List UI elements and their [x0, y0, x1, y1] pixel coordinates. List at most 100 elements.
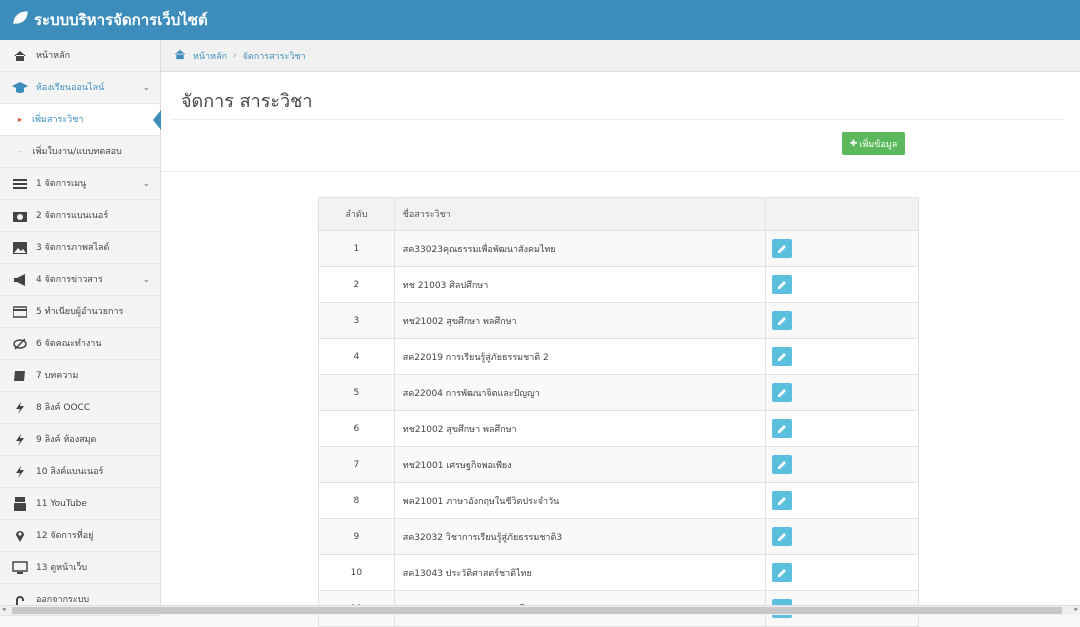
page-title: จัดการ สาระวิชา [181, 91, 313, 112]
sidebar-item-label: 7 บทความ [36, 370, 79, 381]
app-title: ระบบบริหารจัดการเว็บไซต์ [34, 11, 208, 29]
sidebar-item-label: 13 ดูหน้าเว็บ [36, 562, 88, 573]
actions-cell [765, 266, 919, 303]
sidebar-item-link-oocc[interactable]: 8 ลิงค์ OOCC [0, 392, 160, 424]
row-number: 3 [318, 302, 395, 339]
scroll-right-arrow-icon[interactable]: ▸ [1074, 605, 1078, 613]
pencil-icon [778, 280, 787, 289]
brand[interactable]: ระบบบริหารจัดการเว็บไซต์ [12, 0, 208, 40]
youtube-icon [12, 496, 28, 512]
column-header-actions [765, 197, 919, 231]
actions-cell [765, 518, 919, 555]
sidebar-item-directors[interactable]: 5 ทำเนียบผู้อำนวยการ [0, 296, 160, 328]
sidebar-item-menu[interactable]: 1 จัดการเมนู ⌄ [0, 168, 160, 200]
subject-name: พค21001 ภาษาอังกฤษในชีวิตประจำวัน [393, 482, 767, 519]
sidebar-item-label: 9 ลิงค์ ห้องสมุด [36, 434, 97, 445]
table-row: 7 ทช21001 เศรษฐกิจพอเพียง [318, 446, 919, 483]
sidebar-item-label: เพิ่มใบงาน/แบบทดสอบ [32, 146, 122, 157]
edit-button[interactable] [772, 563, 793, 582]
edit-button[interactable] [772, 347, 793, 366]
add-button-label: เพิ่มข้อมูล [859, 139, 898, 150]
add-data-button[interactable]: ✚ เพิ่มข้อมูล [842, 132, 905, 155]
sidebar-item-online-classroom[interactable]: ห้องเรียนออนไลน์ ⌄ [0, 72, 160, 104]
actions-cell [765, 410, 919, 447]
list-icon [12, 176, 28, 192]
sidebar-item-banner[interactable]: 2 จัดการแบนเนอร์ [0, 200, 160, 232]
breadcrumb-current: จัดการสาระวิชา [242, 51, 306, 62]
pencil-icon [778, 388, 787, 397]
sidebar-item-label: หน้าหลัก [36, 50, 71, 61]
breadcrumb-home-link[interactable]: หน้าหลัก [193, 49, 227, 63]
sidebar-item-articles[interactable]: 7 บทความ [0, 360, 160, 392]
edit-button[interactable] [772, 275, 793, 294]
sidebar-item-label: ห้องเรียนออนไลน์ [36, 82, 105, 93]
sidebar-item-add-worksheet[interactable]: – เพิ่มใบงาน/แบบทดสอบ [0, 136, 160, 168]
graduation-cap-icon [12, 80, 28, 96]
edit-button[interactable] [772, 491, 793, 510]
plus-icon: ✚ [849, 138, 858, 149]
book-icon [12, 368, 28, 384]
sidebar-item-link-banner[interactable]: 10 ลิงค์แบนเนอร์ [0, 456, 160, 488]
edit-button[interactable] [772, 239, 793, 258]
home-icon [173, 49, 187, 63]
table-row: 5 สค22004 การพัฒนาจิตและปัญญา [318, 374, 919, 411]
row-number: 2 [318, 266, 395, 303]
edit-button[interactable] [772, 455, 793, 474]
chevron-down-icon: ⌄ [142, 179, 150, 189]
scrollbar-thumb[interactable] [12, 607, 1062, 614]
table-row: 3 ทช21002 สุขศึกษา พลศึกษา [318, 302, 919, 339]
map-marker-icon [12, 528, 28, 544]
pencil-icon [778, 532, 787, 541]
monitor-icon [12, 560, 28, 576]
edit-button[interactable] [772, 311, 793, 330]
pencil-icon [778, 460, 787, 469]
row-number: 8 [318, 482, 395, 519]
top-navbar: ระบบบริหารจัดการเว็บไซต์ [0, 0, 1080, 40]
edit-button[interactable] [772, 527, 793, 546]
scroll-left-arrow-icon[interactable]: ◂ [2, 605, 6, 613]
subject-name: ทช21002 สุขศึกษา พลศึกษา [393, 410, 767, 447]
picture-icon [12, 240, 28, 256]
sidebar-item-label: 5 ทำเนียบผู้อำนวยการ [36, 306, 124, 317]
divider [161, 171, 1080, 172]
sidebar-item-add-subject[interactable]: ▸ เพิ่มสาระวิชา [0, 104, 161, 136]
pencil-icon [778, 316, 787, 325]
sidebar-item-youtube[interactable]: 11 YouTube [0, 488, 160, 520]
subject-name: ทช 21003 ศิลปศึกษา [393, 266, 767, 303]
sidebar-item-address[interactable]: 12 จัดการที่อยู่ [0, 520, 160, 552]
chevron-down-icon: ⌄ [142, 83, 150, 93]
edit-button[interactable] [772, 383, 793, 402]
table-row: 1 สค33023คุณธรรมเพื่อพัฒนาสังคมไทย [318, 230, 919, 267]
sidebar-item-slides[interactable]: 3 จัดการภาพสไลด์ [0, 232, 160, 264]
sidebar-item-team[interactable]: 6 จัดคณะทำงาน [0, 328, 160, 360]
breadcrumb: หน้าหลัก › จัดการสาระวิชา [161, 40, 1080, 72]
sidebar-item-label: 3 จัดการภาพสไลด์ [36, 242, 110, 253]
sidebar-item-link-library[interactable]: 9 ลิงค์ ห้องสมุด [0, 424, 160, 456]
pencil-icon [778, 424, 787, 433]
sidebar-item-label: เพิ่มสาระวิชา [32, 114, 84, 125]
credit-card-icon [12, 304, 28, 320]
sidebar-item-label: 6 จัดคณะทำงาน [36, 338, 102, 349]
sidebar-item-label: 10 ลิงค์แบนเนอร์ [36, 466, 104, 477]
row-number: 10 [318, 554, 395, 591]
row-number: 1 [318, 230, 395, 267]
sidebar-item-home[interactable]: หน้าหลัก [0, 40, 160, 72]
subject-name: สค33023คุณธรรมเพื่อพัฒนาสังคมไทย [393, 230, 767, 267]
table-row: 6 ทช21002 สุขศึกษา พลศึกษา [318, 410, 919, 447]
sidebar-item-news[interactable]: 4 จัดการข่าวสาร ⌄ [0, 264, 160, 296]
divider [171, 119, 1065, 120]
table-row: 9 สค32032 วิชาการเรียนรู้สู่ภัยธรรมชาติ3 [318, 518, 919, 555]
sidebar-item-view-site[interactable]: 13 ดูหน้าเว็บ [0, 552, 160, 584]
sidebar-item-label: 2 จัดการแบนเนอร์ [36, 210, 109, 221]
edit-button[interactable] [772, 419, 793, 438]
row-number: 9 [318, 518, 395, 555]
bolt-icon [12, 464, 28, 480]
table-header-row: ลำดับ ชื่อสาระวิชา [318, 197, 919, 231]
subject-name: สค13043 ประวัติศาสตร์ชาติไทย [393, 554, 767, 591]
sidebar-item-label: 11 YouTube [36, 498, 87, 509]
main-content: จัดการ สาระวิชา ✚ เพิ่มข้อมูล ลำดับ ชื่อ… [161, 72, 1080, 627]
actions-cell [765, 554, 919, 591]
row-number: 5 [318, 374, 395, 411]
bullet-icon: ▸ [18, 114, 23, 124]
subject-name: ทช21002 สุขศึกษา พลศึกษา [393, 302, 767, 339]
